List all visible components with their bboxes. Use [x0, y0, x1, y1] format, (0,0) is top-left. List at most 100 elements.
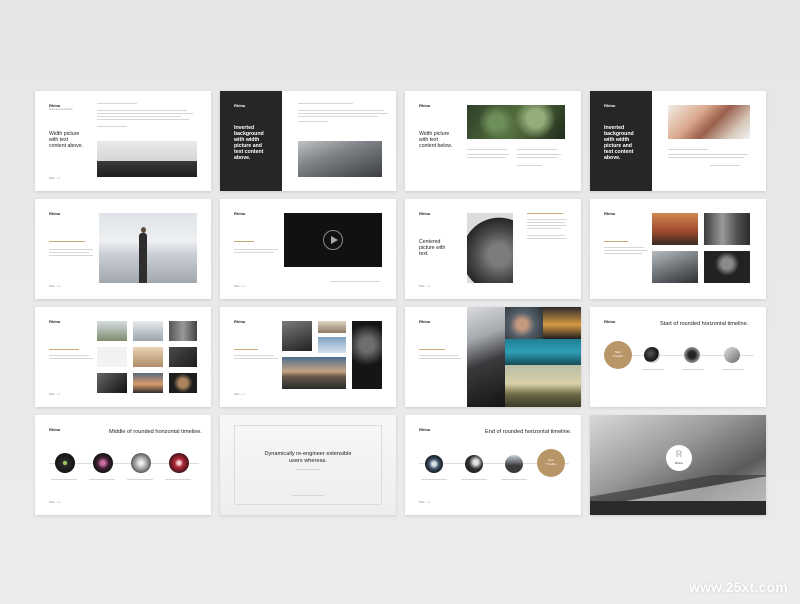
slide-cover-staircase[interactable]: R Rhinu [590, 415, 766, 515]
text-line-placeholder [421, 479, 447, 480]
text-line-placeholder [49, 241, 85, 242]
text-line-placeholder [668, 157, 744, 158]
text-line-placeholder [234, 355, 274, 356]
slide-photo [282, 357, 346, 389]
slide-title: Centered picture with text. [419, 239, 446, 257]
text-line-placeholder [419, 355, 459, 356]
slide-brand: Rhinu [419, 211, 431, 216]
slide-brand: Rhinu [419, 103, 431, 108]
text-line-placeholder [527, 238, 567, 239]
text-line-placeholder [296, 469, 320, 470]
slide-photo [543, 307, 581, 339]
text-line-placeholder [722, 369, 744, 370]
text-line-placeholder [668, 154, 748, 155]
slide-brand: Rhinu [49, 427, 61, 432]
slide-photo [282, 321, 312, 351]
text-line-placeholder [298, 116, 378, 117]
slide-photo [133, 321, 163, 341]
slide-photo [97, 347, 127, 367]
text-line-placeholder [467, 157, 505, 158]
slide-portrait-collage[interactable]: Rhinu [405, 307, 581, 407]
text-line-placeholder [234, 349, 258, 350]
text-line-placeholder [234, 358, 278, 359]
text-line-placeholder [89, 479, 115, 480]
slide-brand: Rhinu [234, 103, 246, 108]
text-line-placeholder [97, 119, 189, 120]
text-line-placeholder [234, 241, 254, 242]
text-line-placeholder [49, 355, 89, 356]
slide-photo [704, 213, 750, 245]
slide-inverted-width-picture[interactable]: Rhinu Inverted background with width pic… [220, 91, 396, 191]
slide-photo [298, 141, 382, 177]
slide-photo [652, 213, 698, 245]
text-line-placeholder [49, 358, 93, 359]
slide-photo [467, 307, 505, 407]
slide-photo [652, 251, 698, 283]
slide-timeline-middle[interactable]: Rhinu Middle of rounded horizontal timel… [35, 415, 211, 515]
text-line-placeholder [97, 126, 127, 127]
timeline-circle-photo [55, 453, 75, 473]
slide-photo-grid[interactable]: Rhinu Slide — 1 [35, 307, 211, 407]
slide-photo [668, 105, 750, 139]
timeline-circle-photo [505, 455, 523, 473]
text-line-placeholder [461, 479, 487, 480]
slide-photo [467, 105, 565, 139]
slide-title: Dynamically re-engineer extensible users… [264, 451, 352, 464]
slide-photo [704, 251, 750, 283]
slide-video[interactable]: Rhinu Slide — 1 [220, 199, 396, 299]
slide-photo [169, 347, 197, 367]
slide-page-number: Slide — 1 [49, 393, 60, 396]
slide-page-number: Slide — 1 [49, 177, 60, 180]
text-line-placeholder [234, 252, 274, 253]
slide-quote[interactable]: Dynamically re-engineer extensible users… [220, 415, 396, 515]
text-line-placeholder [527, 222, 565, 223]
timeline-circle-photo [131, 453, 151, 473]
slide-collage[interactable]: Rhinu Slide — 1 [220, 307, 396, 407]
text-line-placeholder [97, 110, 187, 111]
slide-person-photo[interactable]: Rhinu Slide — 1 [35, 199, 211, 299]
slide-photo [97, 141, 197, 177]
slide-inverted-width-picture-2[interactable]: Rhinu Inverted background with width pic… [590, 91, 766, 191]
slide-photo [467, 213, 513, 283]
slide-page-number: Slide — 1 [234, 285, 245, 288]
slide-timeline-end[interactable]: Rhinu End of rounded horizontal timeline… [405, 415, 581, 515]
slide-page-number: Slide — 1 [419, 501, 430, 504]
slide-title: End of rounded horizontal timeline. [485, 429, 572, 435]
slide-four-photos[interactable]: Rhinu [590, 199, 766, 299]
timeline-circle-photo [465, 455, 483, 473]
slide-page-number: Slide — 1 [234, 393, 245, 396]
text-line-placeholder [604, 241, 628, 242]
text-line-placeholder [419, 358, 461, 359]
timeline-badge-text: End Timeline [545, 458, 557, 466]
text-line-placeholder [604, 253, 642, 254]
timeline-circle-photo [425, 455, 443, 473]
text-line-placeholder [49, 255, 93, 256]
slide-photo [169, 373, 197, 393]
slide-title: Inverted background with width picture a… [234, 125, 264, 161]
slide-title: Middle of rounded horizontal timeline. [109, 429, 202, 435]
timeline-circle-photo [724, 347, 740, 363]
slide-width-picture-text-below[interactable]: Rhinu Width picture with text content be… [405, 91, 581, 191]
text-line-placeholder [330, 281, 380, 282]
text-line-placeholder [127, 479, 153, 480]
slide-brand: Rhinu [49, 319, 61, 324]
slide-centered-picture[interactable]: Rhinu Centered picture with text. Slide … [405, 199, 581, 299]
text-line-placeholder [298, 110, 384, 111]
play-icon[interactable] [323, 230, 343, 250]
text-line-placeholder [517, 165, 542, 166]
timeline-start-badge: Start Timeline [604, 341, 632, 369]
text-line-placeholder [467, 149, 507, 150]
timeline-badge-text: Start Timeline [612, 350, 624, 358]
slide-photo [318, 321, 346, 333]
slide-page-number: Slide — 1 [49, 285, 60, 288]
text-line-placeholder [517, 157, 557, 158]
slide-timeline-start[interactable]: Rhinu Start of rounded horizontal timeli… [590, 307, 766, 407]
video-player[interactable] [284, 213, 382, 267]
text-line-placeholder [682, 369, 704, 370]
slide-brand-subtitle: Minimal presentation [49, 108, 73, 111]
text-line-placeholder [165, 479, 191, 480]
slide-width-picture-text-above[interactable]: Rhinu Minimal presentation Width picture… [35, 91, 211, 191]
text-line-placeholder [97, 103, 137, 104]
text-line-placeholder [517, 154, 561, 155]
text-line-placeholder [517, 149, 557, 150]
